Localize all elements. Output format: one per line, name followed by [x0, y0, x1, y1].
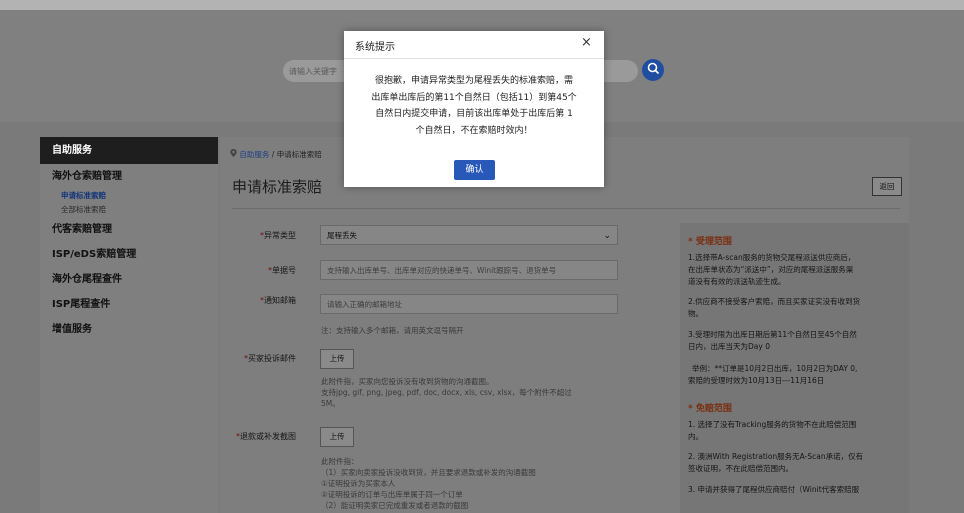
chevron-down-icon: ⌄	[603, 231, 611, 241]
scope-line: 举例：**订单是10月2日出库，10月2日为DAY 0,	[692, 364, 858, 373]
exempt-line: 1. 选择了没有Tracking服务的货物不在此赔偿范围	[688, 420, 857, 429]
scope-line: 日内，出库当天为Day 0	[688, 342, 770, 351]
sidebar-subitem-all-claims[interactable]: 全部标准索赔	[40, 203, 218, 217]
info-panel: * 受理范围 1.选择带A-scan服务的货物交尾程派送供应商后， 在出库单状态…	[680, 223, 909, 513]
dialog-title: 系统提示	[355, 42, 395, 53]
complaint-hint-1: 此附件指，买家向您投诉没有收到货物的沟通截图。	[321, 377, 494, 386]
sidebar-item-value-added[interactable]: 增值服务	[40, 317, 218, 342]
sidebar-item-isp-eds-claims[interactable]: ISP/eDS索赔管理	[40, 242, 218, 267]
scope-title: * 受理范围	[688, 237, 732, 247]
scope-line: 2.供应商不接受客户索赔，而且买家证实没有收到货	[688, 297, 861, 306]
scope-line: 3.受理时限为出库日期后第11个自然日至45个自然	[688, 330, 857, 339]
refund-upload-button[interactable]: 上传	[320, 427, 354, 447]
title-divider	[232, 208, 900, 209]
sidebar-item-overseas-tracking[interactable]: 海外仓尾程查件	[40, 267, 218, 292]
exempt-line: 3. 申请并获得了尾程供应商赔付（Winit代客索赔服	[688, 485, 860, 494]
refund-hint-line: （1）买家向卖家投诉没收到货，并且要求退款或补发的沟通截图	[321, 468, 536, 477]
dialog-message-line: 自然日内提交申请，目前该出库单处于出库后第 1	[375, 109, 573, 119]
dialog-message-line: 出库单出库后的第11个自然日（包括11）到第45个	[371, 92, 577, 103]
refund-label: *退款或补发截图	[236, 432, 296, 441]
sidebar: 自助服务 海外仓索赔管理 申请标准索赔 全部标准索赔 代客索赔管理 ISP/eD…	[40, 137, 218, 513]
main-content: 自助服务 / 申请标准索赔 申请标准索赔 返回 *异常类型 尾程丢失 ⌄ *单据号…	[220, 137, 909, 513]
dialog-divider	[344, 58, 604, 59]
order-no-input[interactable]: 支持输入出库单号、出库单对应的快递单号、Winit跟踪号、退货单号	[320, 260, 618, 280]
email-input[interactable]: 请输入正确的邮箱地址	[320, 294, 618, 314]
scope-line: 1.选择带A-scan服务的货物交尾程派送供应商后，	[688, 253, 856, 262]
sidebar-item-agent-claims[interactable]: 代客索赔管理	[40, 217, 218, 242]
complaint-label: *买家投诉邮件	[244, 354, 296, 363]
refund-hint-line: ②证明投诉的订单与出库单属于同一个订单	[321, 490, 463, 499]
sidebar-subitem-apply-claim[interactable]: 申请标准索赔	[40, 189, 218, 203]
order-no-label: *单据号	[268, 266, 296, 275]
dialog-message-line: 很抱歉，申请异常类型为尾程丢失的标准索赔，需	[374, 76, 573, 86]
exempt-line: 内。	[688, 432, 703, 441]
page-title: 申请标准索赔	[232, 178, 323, 196]
refund-hint-line: 此附件指：	[321, 457, 359, 466]
scope-line: 道没有有效的派送轨迹生成。	[688, 277, 786, 286]
scope-line: 物。	[688, 309, 703, 318]
refund-hint-line: ①证明投诉为买家本人	[321, 479, 396, 488]
breadcrumb: 自助服务 / 申请标准索赔	[230, 149, 322, 160]
breadcrumb-current: 申请标准索赔	[276, 150, 322, 159]
sidebar-header: 自助服务	[40, 137, 218, 164]
sidebar-item-isp-tracking[interactable]: ISP尾程查件	[40, 292, 218, 317]
dialog-message: 很抱歉，申请异常类型为尾程丢失的标准索赔，需 出库单出库后的第11个自然日（包括…	[358, 73, 590, 139]
complaint-hint-3: 5M。	[321, 399, 340, 408]
top-strip	[0, 0, 964, 10]
breadcrumb-home-link[interactable]: 自助服务	[239, 150, 269, 159]
exempt-title: * 免赔范围	[688, 404, 732, 414]
exception-type-select[interactable]: 尾程丢失 ⌄	[320, 225, 618, 245]
exception-type-label: *异常类型	[260, 231, 296, 240]
exempt-line: 签收证明，不在此赔偿范围内。	[688, 464, 793, 473]
refund-hint-line: （2）能证明卖家已完成重发或者退款的截图	[321, 501, 469, 510]
complaint-upload-button[interactable]: 上传	[320, 349, 354, 369]
confirm-button[interactable]: 确认	[454, 160, 495, 180]
close-icon[interactable]: ×	[581, 35, 592, 50]
search-button[interactable]	[642, 59, 664, 81]
email-label: *通知邮箱	[260, 296, 296, 305]
scope-line: 在出库单状态为“派送中”，对应的尾程派送服务渠	[688, 265, 854, 274]
complaint-hint-2: 支持jpg, gif, png, jpeg, pdf, doc, docx, x…	[321, 388, 572, 397]
system-alert-dialog: 系统提示 × 很抱歉，申请异常类型为尾程丢失的标准索赔，需 出库单出库后的第11…	[344, 31, 604, 187]
breadcrumb-separator: /	[271, 150, 275, 159]
exempt-line: 2. 澳洲With Registration服务无A-Scan承诺，仅有	[688, 452, 864, 461]
dialog-message-line: 个自然日，不在索赔时效内！	[415, 125, 533, 136]
location-pin-icon	[230, 149, 239, 159]
scope-line: 索赔的受理时效为10月13日---11月16日	[688, 376, 825, 385]
back-button[interactable]: 返回	[872, 177, 902, 196]
email-note: 注：支持输入多个邮箱，请用英文逗号隔开	[321, 326, 464, 335]
sidebar-item-overseas-claims[interactable]: 海外仓索赔管理	[40, 164, 218, 189]
search-icon	[647, 62, 660, 78]
